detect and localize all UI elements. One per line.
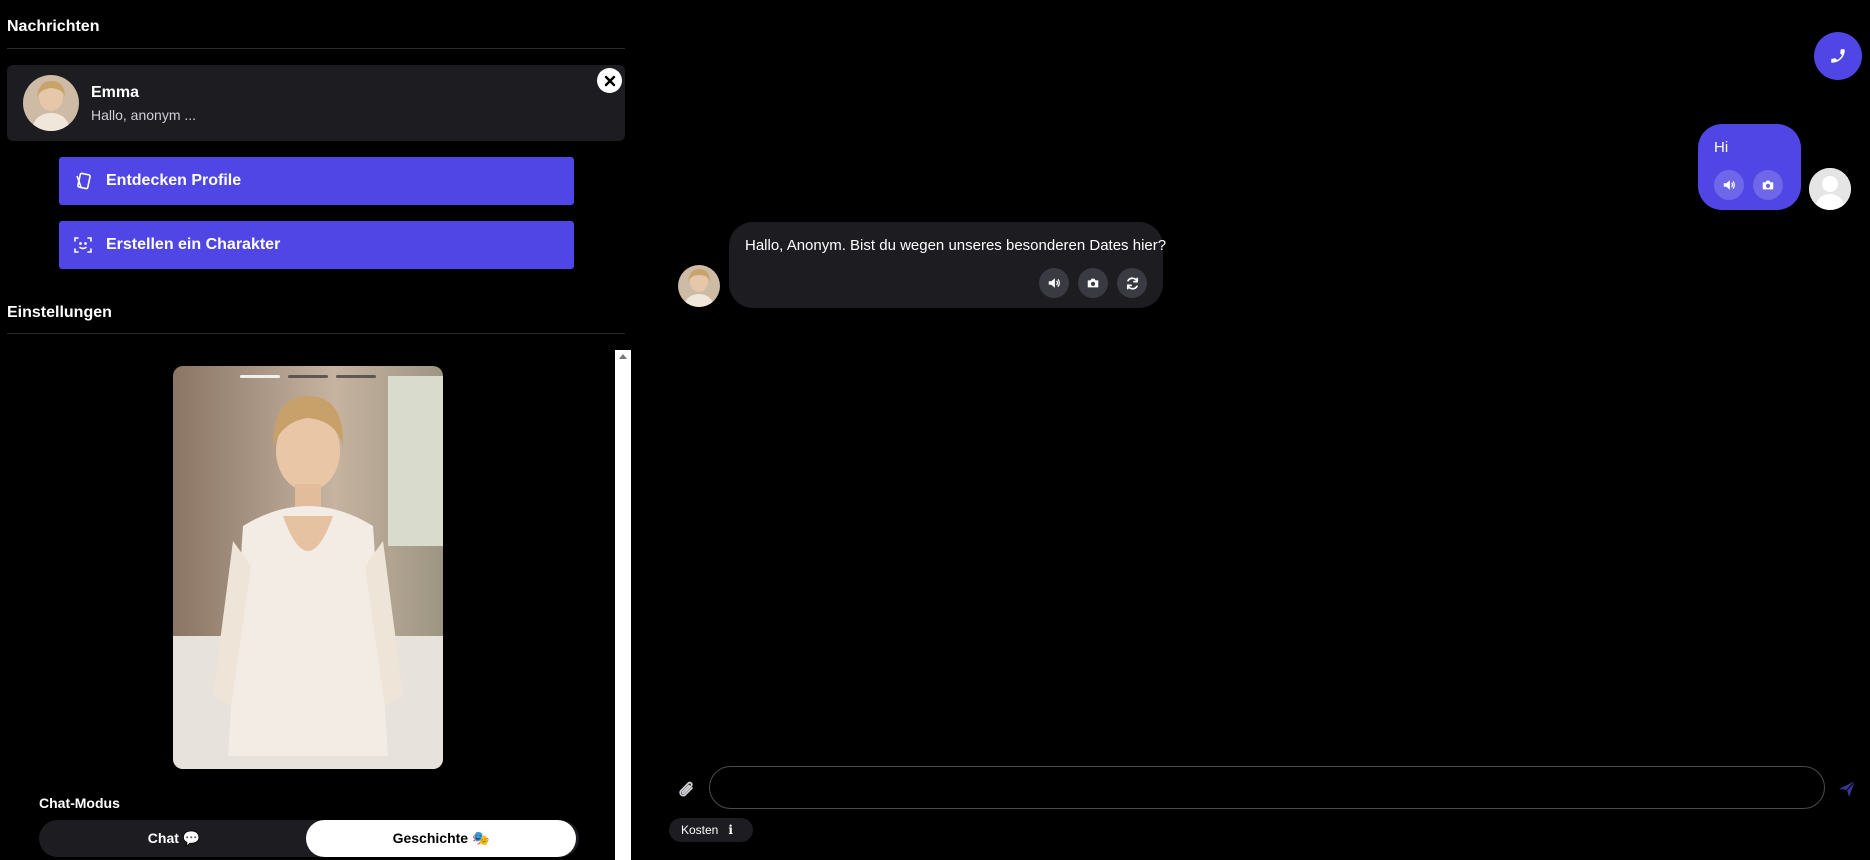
story-progress-segment [288, 375, 328, 378]
create-character-label: Erstellen ein Charakter [106, 236, 281, 253]
scroll-up-arrow-icon[interactable] [619, 354, 627, 359]
camera-icon [1087, 278, 1099, 288]
close-icon [604, 75, 615, 86]
user-message-text: Hi [1714, 139, 1729, 156]
user-message: Hi [1698, 124, 1801, 210]
info-icon: i [728, 823, 733, 837]
messages-title: Nachrichten [7, 18, 100, 35]
send-button[interactable] [1836, 778, 1858, 800]
attach-button[interactable] [676, 778, 698, 802]
conversation-preview: Hallo, anonym ... [91, 107, 197, 123]
story-progress-segment [336, 375, 376, 378]
story-progress-segment [240, 375, 280, 378]
bot-message: Hallo, Anonym. Bist du wegen unseres bes… [729, 222, 1167, 308]
bot-message-speak-button[interactable] [1039, 268, 1069, 298]
chat-mode-option-chat[interactable]: Chat 💬 [39, 820, 309, 857]
sidebar: Nachrichten Emma Hallo, anonym ... Entde… [0, 0, 632, 860]
call-button[interactable] [1814, 32, 1862, 80]
user-message-speak-button[interactable] [1714, 170, 1744, 200]
conversation-avatar [23, 75, 79, 131]
settings-title: Einstellungen [7, 304, 112, 321]
story-progress [240, 375, 376, 378]
settings-divider [7, 333, 625, 334]
sidebar-scrollbar[interactable] [615, 350, 631, 860]
create-character-button[interactable]: Erstellen ein Charakter [59, 221, 574, 269]
cards-icon [73, 171, 93, 191]
profile-image[interactable] [173, 366, 443, 769]
user-avatar [1809, 168, 1851, 210]
message-input[interactable] [709, 766, 1825, 809]
send-icon [1839, 780, 1856, 797]
refresh-icon [1126, 276, 1138, 290]
conversation-name: Emma [91, 84, 140, 101]
user-message-photo-button[interactable] [1753, 170, 1783, 200]
cost-label: Kosten [681, 823, 719, 837]
bot-message-regenerate-button[interactable] [1117, 268, 1147, 298]
speaker-icon [1723, 180, 1735, 190]
chat-mode-toggle: Chat 💬 Geschichte 🎭 [39, 820, 579, 857]
bot-message-photo-button[interactable] [1078, 268, 1108, 298]
phone-icon [1831, 49, 1845, 63]
settings-panel: Chat-Modus Chat 💬 Geschichte 🎭 [7, 350, 631, 860]
conversation-item-emma[interactable]: Emma Hallo, anonym ... [7, 65, 625, 141]
bot-avatar [678, 265, 720, 307]
scan-face-icon [73, 235, 93, 255]
paperclip-icon [679, 781, 693, 797]
chat-mode-option-story[interactable]: Geschichte 🎭 [306, 820, 576, 857]
chat-mode-label: Chat-Modus [39, 795, 120, 811]
speaker-icon [1048, 278, 1060, 288]
discover-profiles-label: Entdecken Profile [106, 172, 242, 189]
close-conversation-button[interactable] [597, 68, 622, 93]
messages-divider [7, 48, 625, 49]
bot-message-text: Hallo, Anonym. Bist du wegen unseres bes… [745, 237, 1167, 254]
discover-profiles-button[interactable]: Entdecken Profile [59, 157, 574, 205]
cost-info-button[interactable]: Kosten i [669, 818, 753, 842]
camera-icon [1762, 180, 1774, 190]
